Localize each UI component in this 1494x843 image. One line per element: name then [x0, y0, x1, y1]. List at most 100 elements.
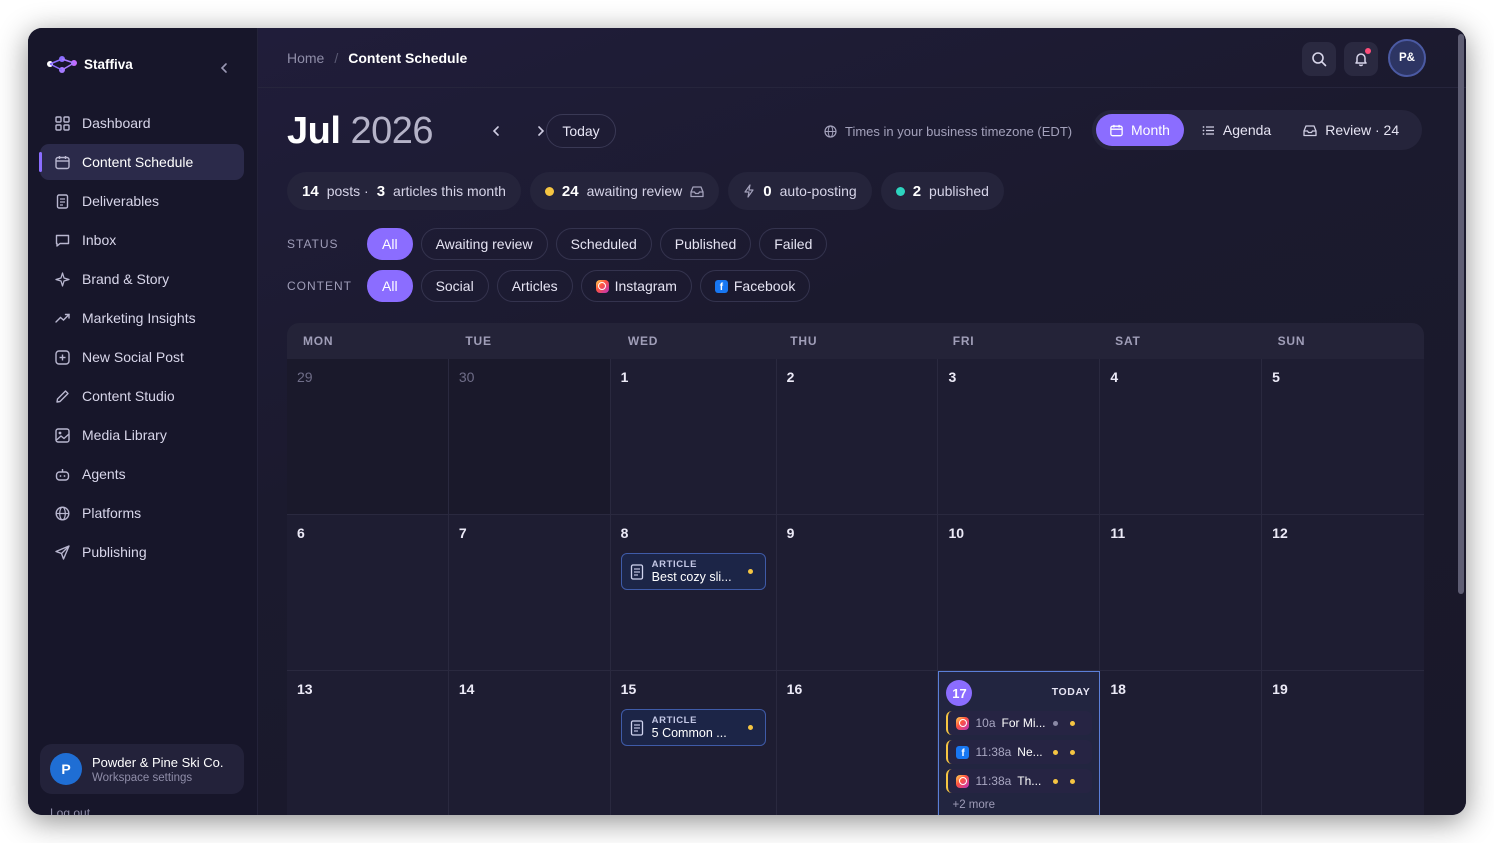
sidebar-item-publishing[interactable]: Publishing	[40, 534, 244, 570]
content-filter-all[interactable]: All	[367, 270, 413, 302]
day-cell[interactable]: 1	[610, 359, 777, 515]
status-filter-published[interactable]: Published	[659, 228, 752, 260]
inbox-icon	[690, 185, 704, 197]
globe-icon	[54, 505, 70, 521]
tab-agenda[interactable]: Agenda	[1188, 114, 1285, 146]
weekday-header: MON TUE WED THU FRI SAT SUN	[287, 323, 1424, 359]
day-cell[interactable]: 30	[448, 359, 611, 515]
day-cell[interactable]: 9	[776, 515, 939, 671]
day-number: 15	[620, 681, 637, 697]
page-scrollbar[interactable]	[1458, 34, 1464, 594]
today-cell[interactable]: 17 TODAY 10a For Mi... f 11:38a Ne... 11…	[938, 671, 1101, 815]
sidebar-item-label: Inbox	[82, 232, 117, 248]
workspace-switcher[interactable]: P Powder & Pine Ski Co. Workspace settin…	[40, 744, 244, 794]
article-event[interactable]: ARTICLE Best cozy sli...	[620, 553, 766, 590]
tab-review[interactable]: Review · 24	[1289, 114, 1413, 146]
review-status-dot	[1070, 721, 1076, 726]
sidebar-item-inbox[interactable]: Inbox	[40, 222, 244, 258]
day-number: 6	[297, 525, 305, 541]
autopost-label: auto-posting	[779, 183, 857, 199]
sidebar-item-content-studio[interactable]: Content Studio	[40, 378, 244, 414]
status-dot	[747, 569, 753, 574]
tab-month[interactable]: Month	[1096, 114, 1184, 146]
day-cell[interactable]: 18	[1100, 671, 1263, 815]
day-cell[interactable]: 4	[1100, 359, 1263, 515]
chevron-left-icon	[492, 126, 499, 136]
notification-badge	[1365, 48, 1371, 54]
workspace-avatar: P	[50, 753, 82, 785]
workspace-info: Powder & Pine Ski Co. Workspace settings	[92, 755, 224, 784]
breadcrumb-home[interactable]: Home	[287, 50, 324, 66]
stat-awaiting-review[interactable]: 24 awaiting review	[529, 172, 720, 210]
day-cell[interactable]: 8 ARTICLE Best cozy sli...	[610, 515, 777, 671]
stat-posts: 14 posts · 3 articles this month	[287, 172, 521, 210]
content-filter-facebook[interactable]: f Facebook	[699, 270, 811, 302]
day-cell[interactable]: 2	[776, 359, 939, 515]
today-button[interactable]: Today	[546, 114, 616, 148]
status-filter-failed[interactable]: Failed	[759, 228, 828, 260]
more-posts-link[interactable]: +2 more	[952, 799, 1092, 811]
app-window: Staffiva Dashboard Content Schedule Deli…	[28, 28, 1466, 815]
day-cell[interactable]: 7	[448, 515, 611, 671]
day-cell[interactable]: 3	[938, 359, 1101, 515]
platform-status-dot	[1053, 779, 1059, 784]
image-icon	[54, 427, 70, 443]
previous-month-button[interactable]	[483, 118, 509, 144]
content-filter-instagram[interactable]: Instagram	[580, 270, 692, 302]
notifications-button[interactable]	[1344, 42, 1378, 76]
sidebar-item-content-schedule[interactable]: Content Schedule	[39, 144, 244, 180]
sidebar-item-deliverables[interactable]: Deliverables	[40, 183, 244, 219]
logout-link[interactable]: Log out	[50, 806, 90, 815]
status-filter-awaiting-review[interactable]: Awaiting review	[420, 228, 548, 260]
view-switcher: Month Agenda Review · 24	[1092, 110, 1422, 150]
awaiting-status-dot	[544, 186, 554, 196]
event-title: Best cozy sli...	[651, 570, 732, 584]
sidebar-item-agents[interactable]: Agents	[40, 456, 244, 492]
day-cell[interactable]: 6	[287, 515, 449, 671]
scheduled-post[interactable]: f 11:38a Ne...	[946, 740, 1093, 764]
scheduled-post[interactable]: 10a For Mi...	[946, 711, 1093, 735]
status-filter-all[interactable]: All	[367, 228, 413, 260]
day-cell[interactable]: 11	[1100, 515, 1263, 671]
day-number: 19	[1272, 681, 1288, 697]
workspace-settings-link: Workspace settings	[92, 771, 193, 784]
day-cell[interactable]: 5	[1262, 359, 1424, 515]
tab-month-label: Month	[1131, 122, 1170, 138]
user-avatar-button[interactable]: P&	[1388, 39, 1426, 77]
posts-count: 14	[302, 182, 319, 200]
sidebar-item-brand-story[interactable]: Brand & Story	[40, 261, 244, 297]
day-number: 18	[1110, 681, 1126, 697]
instagram-icon	[595, 279, 609, 293]
day-cell[interactable]: 13	[287, 671, 449, 815]
day-cell[interactable]: 16	[776, 671, 939, 815]
content-filter-label: CONTENT	[287, 279, 352, 293]
brand-logo[interactable]: Staffiva	[46, 54, 133, 74]
sidebar-item-label: Content Studio	[82, 388, 175, 404]
published-count: 2	[912, 182, 922, 200]
content-filter-social[interactable]: Social	[420, 270, 489, 302]
month-name: Jul	[287, 110, 341, 152]
article-event[interactable]: ARTICLE 5 Common ...	[620, 709, 766, 746]
day-number: 5	[1272, 369, 1280, 385]
sidebar-item-platforms[interactable]: Platforms	[40, 495, 244, 531]
day-cell[interactable]: 12	[1262, 515, 1424, 671]
sidebar-item-label: New Social Post	[82, 349, 184, 365]
sidebar-item-dashboard[interactable]: Dashboard	[40, 105, 244, 141]
search-button[interactable]	[1302, 42, 1336, 76]
day-cell[interactable]: 19	[1262, 671, 1424, 815]
day-cell[interactable]: 14	[448, 671, 611, 815]
day-cell[interactable]: 15 ARTICLE 5 Common ...	[610, 671, 777, 815]
scheduled-post[interactable]: 11:38a Th...	[946, 769, 1093, 793]
day-cell[interactable]: 29	[287, 359, 449, 515]
calendar-icon	[1110, 124, 1123, 136]
sidebar-item-marketing-insights[interactable]: Marketing Insights	[40, 300, 244, 336]
sidebar-item-media-library[interactable]: Media Library	[40, 417, 244, 453]
sidebar-item-new-social-post[interactable]: New Social Post	[40, 339, 244, 375]
published-status-dot	[895, 186, 905, 196]
day-number: 9	[786, 525, 795, 541]
day-cell[interactable]: 10	[938, 515, 1101, 671]
status-dot	[747, 725, 753, 730]
content-filter-articles[interactable]: Articles	[496, 270, 573, 302]
collapse-sidebar-button[interactable]	[214, 58, 234, 78]
status-filter-scheduled[interactable]: Scheduled	[555, 228, 652, 260]
